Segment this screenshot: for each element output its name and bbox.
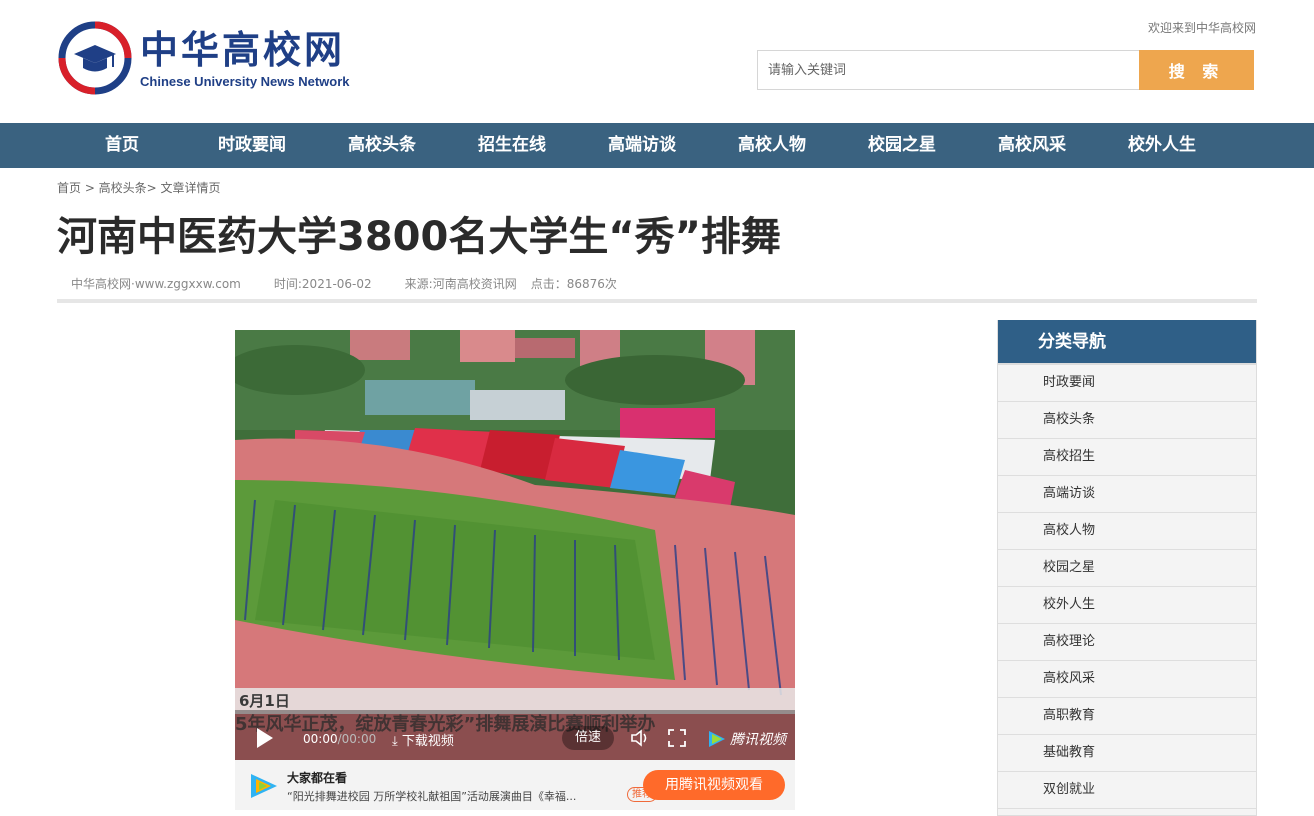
site-header: 中华高校网 Chinese University News Network 欢迎… <box>0 0 1314 123</box>
nav-item-interviews[interactable]: 高端访谈 <box>577 123 707 168</box>
sidebar-item[interactable]: 高端访谈 <box>998 476 1256 513</box>
recommended-title: 大家都在看 <box>287 771 348 785</box>
sidebar-item[interactable]: 高校理论 <box>998 624 1256 661</box>
meta-source: 来源:河南高校资讯网 <box>404 277 517 291</box>
download-video-button[interactable]: ⤓ 下载视频 <box>392 730 454 749</box>
graduation-cap-icon <box>58 21 132 95</box>
sidebar-item[interactable]: 高校招生 <box>998 439 1256 476</box>
nav-item-style[interactable]: 高校风采 <box>967 123 1097 168</box>
sidebar-item[interactable]: 校外人生 <box>998 587 1256 624</box>
tencent-video-logo[interactable]: 腾讯视频 <box>707 729 786 749</box>
sidebar-item[interactable]: 高职教育 <box>998 698 1256 735</box>
video-player[interactable]: 6月1日 5年风华正茂，绽放青春光彩”排舞展演比赛顺利举办 00:00/00:0… <box>235 330 795 760</box>
nav-item-people[interactable]: 高校人物 <box>707 123 837 168</box>
sidebar-item[interactable]: 高校风采 <box>998 661 1256 698</box>
nav-item-campus-stars[interactable]: 校园之星 <box>837 123 967 168</box>
nav-item-headlines[interactable]: 高校头条 <box>317 123 447 168</box>
nav-item-outside-life[interactable]: 校外人生 <box>1097 123 1227 168</box>
sidebar-item[interactable]: 双创就业 <box>998 772 1256 809</box>
sidebar-title: 分类导航 <box>998 320 1256 365</box>
logo-title: 中华高校网 <box>140 26 346 72</box>
video-time: 00:00/00:00 <box>303 732 377 746</box>
sidebar-item[interactable]: 基础教育 <box>998 735 1256 772</box>
sidebar-item[interactable]: 高校人物 <box>998 513 1256 550</box>
meta-time: 时间:2021-06-02 <box>273 277 372 291</box>
title-divider <box>57 299 1257 303</box>
article-title: 河南中医药大学3800名大学生“秀”排舞 <box>57 214 781 260</box>
welcome-text: 欢迎来到中华高校网 <box>1147 21 1256 35</box>
tencent-video-icon <box>249 772 279 804</box>
recommended-video-link[interactable]: “阳光排舞进校园 万所学校礼献祖国”活动展演曲目《幸福... <box>287 788 607 804</box>
video-frame: 6月1日 5年风华正茂，绽放青春光彩”排舞展演比赛顺利举办 <box>235 330 795 760</box>
sidebar-item[interactable]: 校园之星 <box>998 550 1256 587</box>
fullscreen-icon[interactable] <box>668 729 686 747</box>
speed-button[interactable]: 倍速 <box>562 726 614 750</box>
main-nav: 首页 时政要闻 高校头条 招生在线 高端访谈 高校人物 校园之星 高校风采 校外… <box>0 123 1314 168</box>
play-icon[interactable] <box>257 728 273 748</box>
video-controls: 00:00/00:00 ⤓ 下载视频 倍速 腾讯视频 <box>235 710 795 760</box>
nav-item-home[interactable]: 首页 <box>57 123 187 168</box>
sidebar-item[interactable]: 高校头条 <box>998 402 1256 439</box>
breadcrumb[interactable]: 首页 > 高校头条> 文章详情页 <box>57 179 221 196</box>
article-meta: 中华高校网·www.zggxxw.com 时间:2021-06-02 来源:河南… <box>71 275 650 292</box>
volume-icon[interactable] <box>630 729 650 747</box>
site-logo[interactable]: 中华高校网 Chinese University News Network <box>58 18 378 98</box>
nav-item-politics[interactable]: 时政要闻 <box>187 123 317 168</box>
category-sidebar: 分类导航 时政要闻 高校头条 高校招生 高端访谈 高校人物 校园之星 校外人生 … <box>997 320 1257 816</box>
nav-item-admissions[interactable]: 招生在线 <box>447 123 577 168</box>
recommended-bar: 大家都在看 “阳光排舞进校园 万所学校礼献祖国”活动展演曲目《幸福... 推荐 … <box>235 760 795 810</box>
svg-text:6月1日: 6月1日 <box>239 692 290 710</box>
search-input[interactable] <box>757 50 1139 90</box>
meta-site: 中华高校网·www.zggxxw.com <box>71 277 241 291</box>
tencent-video-icon <box>709 731 725 747</box>
search-button[interactable]: 搜 索 <box>1139 50 1254 90</box>
open-in-tencent-video-button[interactable]: 用腾讯视频观看 <box>643 770 785 800</box>
sidebar-item[interactable]: 时政要闻 <box>998 365 1256 402</box>
meta-clicks: 点击：86876次 <box>530 277 617 291</box>
logo-subtitle: Chinese University News Network <box>140 73 350 89</box>
download-icon: ⤓ <box>392 734 402 749</box>
